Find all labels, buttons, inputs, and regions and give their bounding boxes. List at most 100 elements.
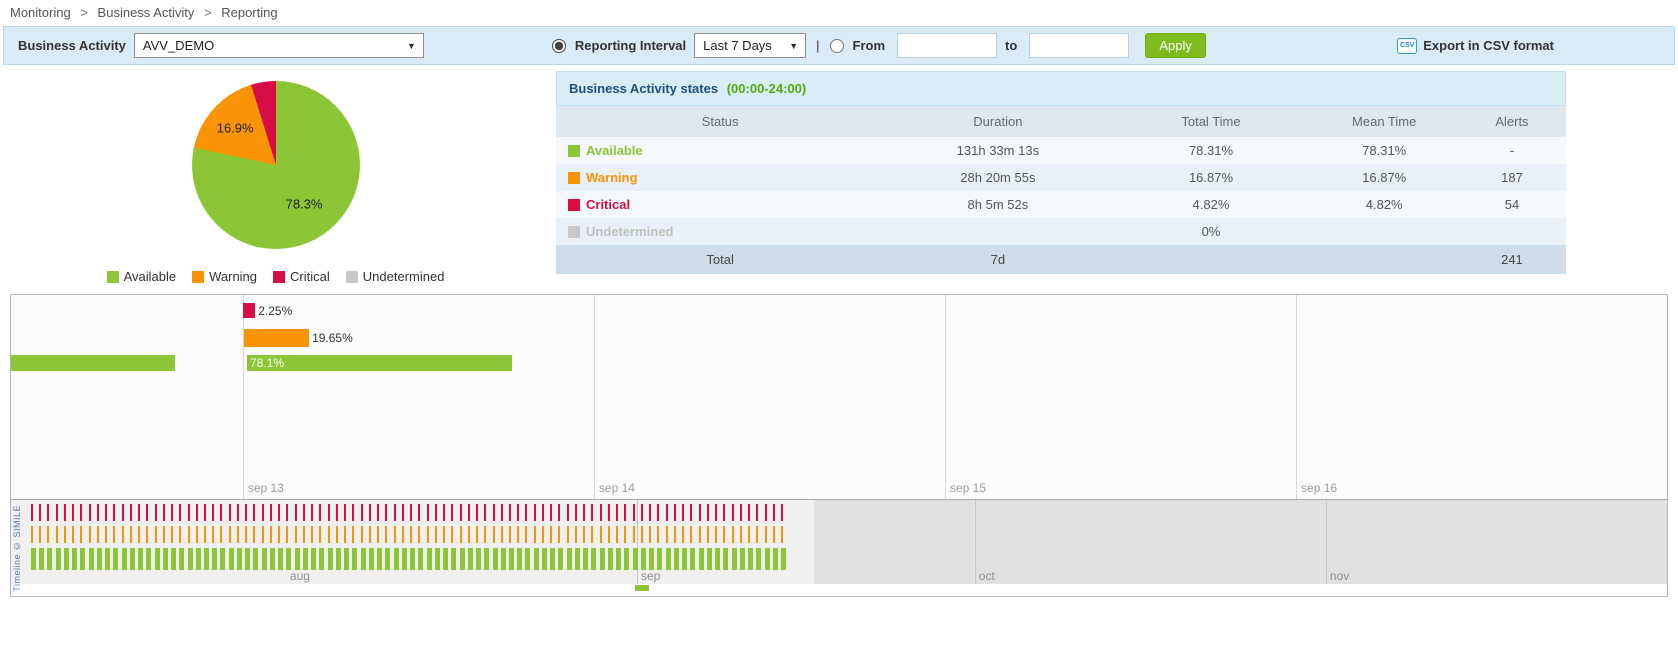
overview-tick-warning (286, 526, 288, 543)
overview-tick-warning (377, 526, 379, 543)
overview-position-marker (635, 585, 649, 591)
overview-tick-critical (179, 504, 181, 521)
overview-tick-warning (781, 526, 783, 543)
overview-tick-warning (229, 526, 231, 543)
from-date-input[interactable] (897, 33, 997, 58)
overview-tick-critical (699, 504, 701, 521)
overview-tick-available (756, 548, 761, 570)
cell-alerts: 54 (1458, 191, 1566, 218)
overview-tick-critical (138, 504, 140, 521)
overview-tick-available (196, 548, 201, 570)
legend-item: Warning (192, 269, 257, 284)
timeline-bottom-strip (11, 584, 1667, 595)
breadcrumb-item-business-activity[interactable]: Business Activity (98, 5, 195, 20)
from-label: From (853, 38, 886, 53)
timeline-overview[interactable]: augsepoctnov (11, 500, 1667, 584)
overview-tick-warning (707, 526, 709, 543)
overview-tick-warning (204, 526, 206, 543)
pie-legend: AvailableWarningCriticalUndetermined (107, 269, 445, 284)
overview-tick-warning (715, 526, 717, 543)
overview-tick-available (484, 548, 489, 570)
status-swatch-available (568, 145, 580, 157)
overview-tick-warning (575, 526, 577, 543)
month-gridline (1326, 500, 1327, 584)
overview-tick-warning (278, 526, 280, 543)
overview-tick-warning (105, 526, 107, 543)
overview-tick-available (682, 548, 687, 570)
reporting-interval-select[interactable]: Last 7 Days ▼ (694, 33, 806, 58)
overview-tick-available (394, 548, 399, 570)
chevron-down-icon: ▼ (789, 34, 798, 59)
overview-tick-warning (361, 526, 363, 543)
legend-label: Critical (290, 269, 330, 284)
overview-tick-critical (476, 504, 478, 521)
overview-tick-warning (212, 526, 214, 543)
overview-tick-available (781, 548, 786, 570)
overview-tick-critical (682, 504, 684, 521)
overview-tick-warning (748, 526, 750, 543)
overview-tick-critical (113, 504, 115, 521)
overview-tick-warning (138, 526, 140, 543)
breadcrumb-item-monitoring[interactable]: Monitoring (10, 5, 71, 20)
overview-tick-warning (163, 526, 165, 543)
timeline-bar-warning[interactable]: 19.65% (244, 329, 309, 347)
overview-tick-available (303, 548, 308, 570)
business-activity-select[interactable]: AVV_DEMO ▼ (134, 33, 424, 58)
overview-tick-available (418, 548, 423, 570)
overview-tick-available (699, 548, 704, 570)
overview-tick-available (451, 548, 456, 570)
overview-tick-available (270, 548, 275, 570)
reporting-interval-value: Last 7 Days (703, 38, 772, 53)
overview-tick-available (253, 548, 258, 570)
overview-tick-warning (657, 526, 659, 543)
overview-tick-warning (723, 526, 725, 543)
apply-button[interactable]: Apply (1145, 33, 1206, 58)
reporting-interval-radio[interactable] (552, 39, 566, 53)
overview-tick-available (748, 548, 753, 570)
overview-tick-warning (56, 526, 58, 543)
overview-tick-critical (575, 504, 577, 521)
overview-tick-warning (600, 526, 602, 543)
overview-tick-available (188, 548, 193, 570)
overview-tick-warning (501, 526, 503, 543)
overview-tick-available (286, 548, 291, 570)
overview-tick-warning (427, 526, 429, 543)
status-label: Critical (586, 197, 630, 212)
overview-tick-warning (558, 526, 560, 543)
overview-tick-warning (542, 526, 544, 543)
overview-tick-available (344, 548, 349, 570)
main-content: 16.9% 78.3% AvailableWarningCriticalUnde… (3, 71, 1675, 284)
overview-tick-warning (146, 526, 148, 543)
overview-tick-warning (410, 526, 412, 543)
overview-tick-warning (245, 526, 247, 543)
overview-tick-available (64, 548, 69, 570)
status-swatch-undetermined (568, 226, 580, 238)
overview-tick-available (501, 548, 506, 570)
overview-tick-available (80, 548, 85, 570)
legend-item: Critical (273, 269, 330, 284)
overview-tick-critical (468, 504, 470, 521)
timeline-band[interactable]: sep 13sep 14sep 15sep 162.25%19.65%78.1% (11, 295, 1667, 500)
overview-tick-critical (402, 504, 404, 521)
total-alerts: 241 (1458, 245, 1566, 274)
overview-tick-warning (418, 526, 420, 543)
legend-swatch (273, 271, 285, 283)
from-radio[interactable] (830, 39, 844, 53)
overview-tick-critical (657, 504, 659, 521)
overview-tick-warning (591, 526, 593, 543)
timeline-bar-available[interactable]: 78.1% (247, 355, 512, 371)
timeline-bar-critical[interactable]: 2.25% (243, 303, 255, 318)
timeline-bar-available[interactable] (11, 355, 175, 371)
overview-tick-warning (220, 526, 222, 543)
cell-total-time: 0% (1112, 218, 1311, 245)
cell-alerts (1458, 226, 1566, 238)
overview-tick-warning (534, 526, 536, 543)
overview-tick-critical (567, 504, 569, 521)
chevron-down-icon: ▼ (407, 34, 416, 59)
overview-tick-available (715, 548, 720, 570)
overview-tick-available (204, 548, 209, 570)
export-csv-button[interactable]: CSV Export in CSV format (1397, 38, 1554, 54)
overview-tick-available (740, 548, 745, 570)
to-date-input[interactable] (1029, 33, 1129, 58)
status-label: Warning (586, 170, 638, 185)
